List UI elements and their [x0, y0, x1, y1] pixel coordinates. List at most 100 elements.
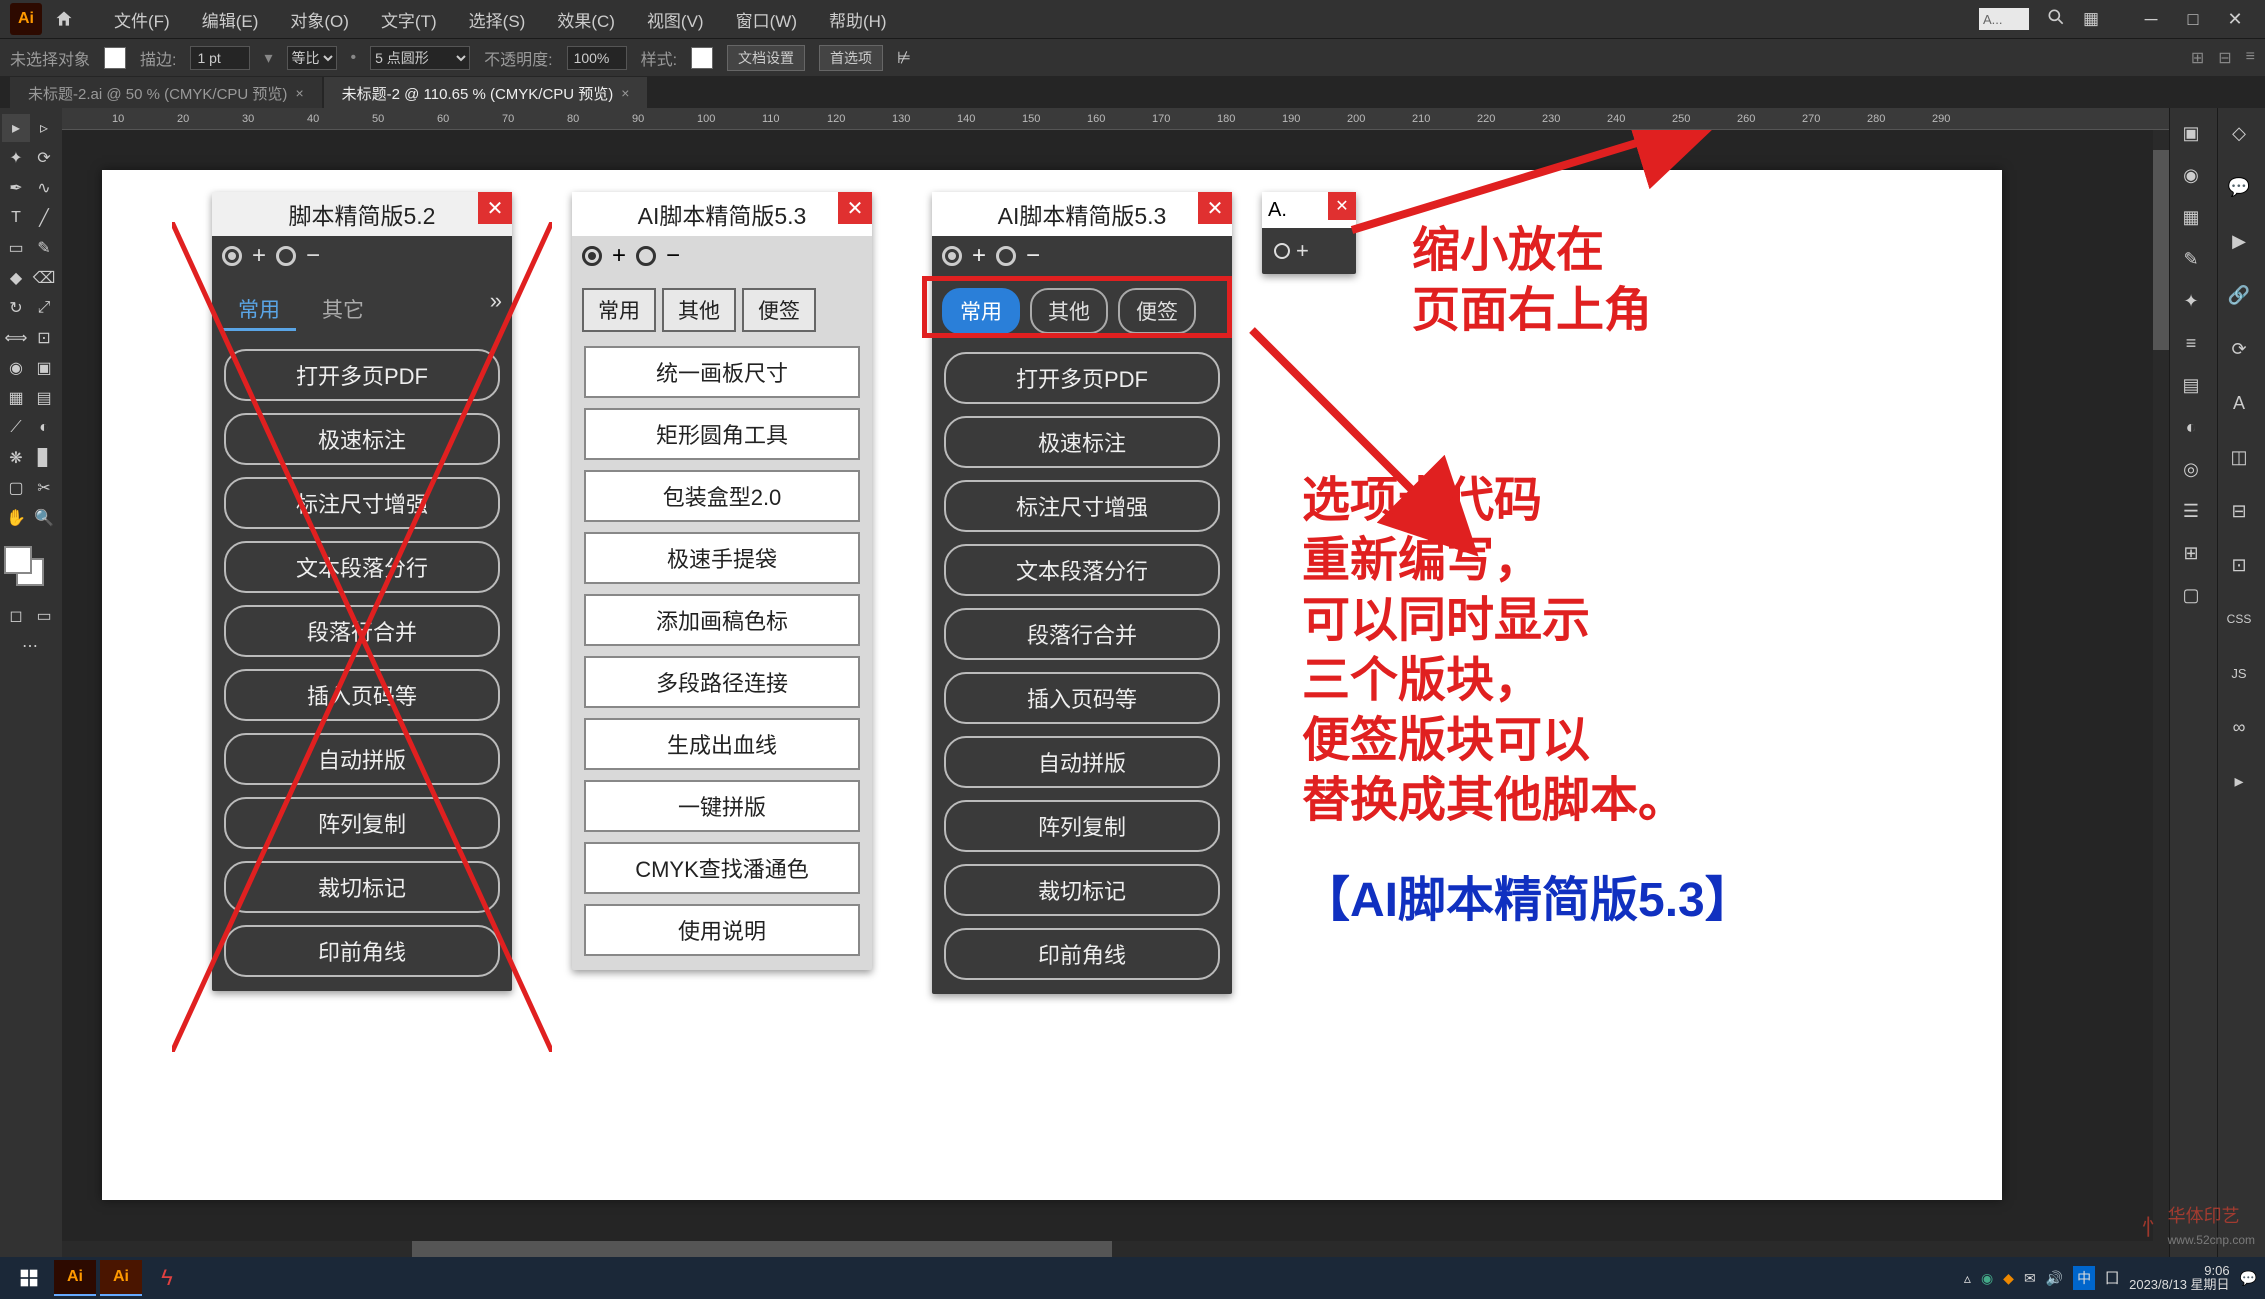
curvature-tool[interactable]: ∿ [30, 174, 58, 202]
taskbar-app-ai-2[interactable]: Ai [100, 1260, 142, 1296]
radio-off[interactable] [996, 246, 1016, 266]
gradient-tool[interactable]: ▤ [30, 384, 58, 412]
script-button[interactable]: 打开多页PDF [224, 349, 500, 401]
blend-tool[interactable]: ◐ [30, 414, 58, 442]
menu-help[interactable]: 帮助(H) [813, 7, 903, 32]
script-button[interactable]: 极速标注 [944, 416, 1220, 468]
docked-mini-panel[interactable] [1979, 8, 2029, 30]
prefs-button[interactable]: 首选项 [819, 45, 883, 71]
direct-selection-tool[interactable]: ▹ [30, 114, 58, 142]
js-icon[interactable]: JS [2220, 654, 2258, 692]
window-maximize[interactable]: □ [2173, 4, 2213, 34]
slice-tool[interactable]: ✂ [30, 474, 58, 502]
menu-edit[interactable]: 编辑(E) [186, 7, 275, 32]
shaper-tool[interactable]: ◆ [2, 264, 30, 292]
align-icon[interactable]: ⊟ [2218, 48, 2231, 68]
script-button[interactable]: 段落行合并 [944, 608, 1220, 660]
taskbar-app-ai[interactable]: Ai [54, 1260, 96, 1296]
swatches-panel-icon[interactable]: ▦ [2172, 198, 2210, 236]
search-icon[interactable] [2041, 7, 2071, 32]
line-tool[interactable]: ╱ [30, 204, 58, 232]
pathfinder-icon[interactable]: ◫ [2220, 438, 2258, 476]
style-swatch[interactable] [691, 47, 713, 69]
comments-icon[interactable]: 💬 [2220, 168, 2258, 206]
radio-on[interactable] [942, 246, 962, 266]
doc-tab-2[interactable]: 未标题-2 @ 110.65 % (CMYK/CPU 预览) × [324, 77, 648, 108]
transform-icon[interactable]: ⊡ [2220, 546, 2258, 584]
close-icon[interactable]: ✕ [478, 192, 512, 224]
menu-type[interactable]: 文字(T) [365, 7, 453, 32]
tab-notes[interactable]: 便签 [742, 288, 816, 332]
tray-icon[interactable]: ▵ [1964, 1270, 1971, 1287]
color-swatches[interactable] [2, 544, 52, 594]
script-button[interactable]: 裁切标记 [224, 861, 500, 913]
script-button[interactable]: 标注尺寸增强 [224, 477, 500, 529]
radio-on[interactable] [582, 246, 602, 266]
tab-other[interactable]: 其它 [306, 288, 380, 331]
asset-panel-icon[interactable]: ⊞ [2172, 534, 2210, 572]
tray-ime-icon[interactable]: 囗 [2105, 1268, 2119, 1288]
opacity-input[interactable] [567, 46, 627, 70]
free-transform-tool[interactable]: ⊡ [30, 324, 58, 352]
tray-icon[interactable]: ◆ [2003, 1270, 2014, 1287]
scale-tool[interactable]: ⤢ [30, 294, 58, 322]
brush-tool[interactable]: ✎ [30, 234, 58, 262]
window-minimize[interactable]: ─ [2131, 4, 2171, 34]
script-button[interactable]: 生成出血线 [584, 718, 860, 770]
script-button[interactable]: 印前角线 [224, 925, 500, 977]
close-icon[interactable]: ✕ [838, 192, 872, 224]
tray-ime-icon[interactable]: 中 [2073, 1266, 2095, 1290]
script-button[interactable]: 极速标注 [224, 413, 500, 465]
hand-tool[interactable]: ✋ [2, 504, 30, 532]
eyedropper-tool[interactable]: ⟋ [2, 414, 30, 442]
css-icon[interactable]: CSS [2220, 600, 2258, 638]
scrollbar-vertical[interactable] [2153, 130, 2169, 1257]
script-button[interactable]: 多段路径连接 [584, 656, 860, 708]
radio-on[interactable] [222, 246, 242, 266]
start-button[interactable] [8, 1260, 50, 1296]
edit-toolbar[interactable]: ⋯ [2, 632, 58, 660]
radio-off[interactable] [276, 246, 296, 266]
script-button[interactable]: 自动拼版 [224, 733, 500, 785]
graph-tool[interactable]: ▊ [30, 444, 58, 472]
script-button[interactable]: 自动拼版 [944, 736, 1220, 788]
symbols-panel-icon[interactable]: ✦ [2172, 282, 2210, 320]
script-button[interactable]: 阵列复制 [944, 800, 1220, 852]
actions-icon[interactable]: ▶ [2220, 222, 2258, 260]
snap-icon[interactable]: ⊞ [2191, 48, 2204, 68]
home-icon[interactable] [50, 5, 78, 33]
script-button[interactable]: 打开多页PDF [944, 352, 1220, 404]
transparency-panel-icon[interactable]: ◐ [2172, 408, 2210, 446]
char-panel-icon[interactable]: A [2220, 384, 2258, 422]
script-button[interactable]: 插入页码等 [224, 669, 500, 721]
doc-tab-1[interactable]: 未标题-2.ai @ 50 % (CMYK/CPU 预览) × [10, 77, 322, 108]
radio-on[interactable] [1274, 243, 1290, 259]
pin-icon[interactable]: ⊭ [897, 48, 911, 68]
script-button[interactable]: 极速手提袋 [584, 532, 860, 584]
artboard-tool[interactable]: ▢ [2, 474, 30, 502]
window-close[interactable]: ✕ [2215, 4, 2255, 34]
script-button[interactable]: 一键拼版 [584, 780, 860, 832]
shape-builder-tool[interactable]: ◉ [2, 354, 30, 382]
scrollbar-horizontal[interactable] [62, 1241, 2153, 1257]
script-button[interactable]: CMYK查找潘通色 [584, 842, 860, 894]
links-icon[interactable]: 🔗 [2220, 276, 2258, 314]
script-button[interactable]: 矩形圆角工具 [584, 408, 860, 460]
tray-icon[interactable]: ◉ [1981, 1270, 1993, 1287]
close-icon[interactable]: × [621, 85, 629, 101]
menu-object[interactable]: 对象(O) [274, 7, 365, 32]
artboards-panel-icon[interactable]: ▢ [2172, 576, 2210, 614]
width-profile-select[interactable]: 等比 [287, 46, 337, 70]
history-icon[interactable]: ⟳ [2220, 330, 2258, 368]
mesh-tool[interactable]: ▦ [2, 384, 30, 412]
close-icon[interactable]: ✕ [1198, 192, 1232, 224]
link-icon[interactable]: ∞ [2220, 708, 2258, 746]
properties-panel-icon[interactable]: ▣ [2172, 114, 2210, 152]
taskbar-clock[interactable]: 9:06 2023/8/13 星期日 [2129, 1264, 2229, 1293]
zoom-tool[interactable]: 🔍 [30, 504, 58, 532]
script-button[interactable]: 插入页码等 [944, 672, 1220, 724]
script-button[interactable]: 印前角线 [944, 928, 1220, 980]
tray-volume-icon[interactable]: 🔊 [2046, 1270, 2063, 1287]
layers-panel-icon[interactable]: ☰ [2172, 492, 2210, 530]
script-button[interactable]: 添加画稿色标 [584, 594, 860, 646]
